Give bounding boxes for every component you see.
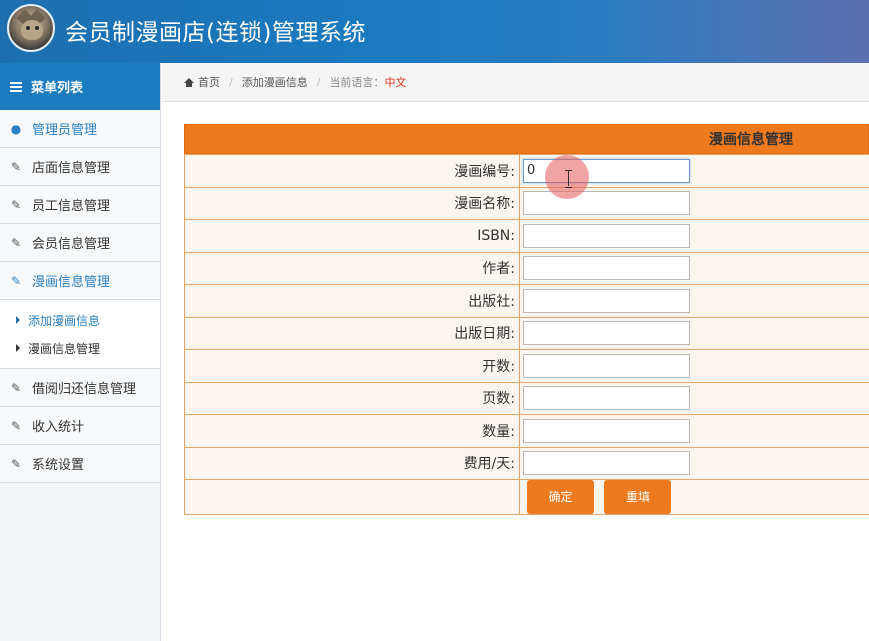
sidebar-item-label: 漫画信息管理 [32, 275, 111, 290]
caret-right-icon [16, 316, 20, 324]
sidebar-item-borrow[interactable]: ✎ 借阅归还信息管理 [0, 369, 160, 407]
edit-icon: ✎ [10, 273, 22, 288]
home-icon [184, 77, 194, 87]
quantity-input[interactable] [523, 418, 690, 443]
sidebar-item-settings[interactable]: ✎ 系统设置 [0, 445, 160, 483]
field-label: 漫画编号: [184, 154, 520, 188]
sidebar-submenu: 添加漫画信息 漫画信息管理 [0, 300, 160, 369]
sidebar-item-label: 店面信息管理 [32, 161, 111, 176]
field-label: 开数: [184, 349, 520, 383]
sidebar-item-income[interactable]: ✎ 收入统计 [0, 407, 160, 445]
breadcrumb-home[interactable]: 首页 [198, 74, 220, 90]
form-row: 费用/天: [184, 446, 869, 480]
field-label: ISBN: [184, 219, 520, 253]
form-row: ISBN: [184, 219, 869, 253]
form-row: 数量: [184, 414, 869, 448]
form-table: 漫画编号: 0 漫画名称: ISBN: 作者: 出版社: 出版日期: 开数: 页 [184, 154, 869, 515]
sidebar-subitem-label: 添加漫画信息 [28, 313, 101, 328]
sidebar-item-label: 员工信息管理 [32, 199, 111, 214]
language-value[interactable]: 中文 [384, 74, 406, 90]
form-row: 作者: [184, 251, 869, 285]
isbn-input[interactable] [523, 223, 690, 248]
submit-button[interactable]: 确定 [527, 480, 594, 514]
form-row: 页数: [184, 381, 869, 415]
field-label: 出版社: [184, 284, 520, 318]
form-button-row: 确定 重填 [184, 479, 869, 515]
edit-icon: ✎ [10, 380, 22, 395]
format-input[interactable] [523, 353, 690, 378]
text-cursor-icon [564, 170, 573, 188]
menu-title: 菜单列表 [31, 81, 84, 96]
form-row: 出版社: [184, 284, 869, 318]
app-title: 会员制漫画店(连锁)管理系统 [65, 20, 366, 46]
comic-name-input[interactable] [523, 191, 690, 216]
user-icon: ● [10, 121, 22, 136]
form-row: 开数: [184, 349, 869, 383]
field-label: 漫画名称: [184, 186, 520, 220]
sidebar-item-staff[interactable]: ✎ 员工信息管理 [0, 186, 160, 224]
language-label: 当前语言： [329, 76, 385, 89]
sidebar-item-admin[interactable]: ● 管理员管理 [0, 110, 160, 148]
breadcrumb-current: 添加漫画信息 [241, 76, 308, 89]
edit-icon: ✎ [10, 197, 22, 212]
app-header: 会员制漫画店(连锁)管理系统 [0, 0, 869, 63]
sidebar-subitem-add-comic[interactable]: 添加漫画信息 [0, 306, 160, 334]
sidebar-item-members[interactable]: ✎ 会员信息管理 [0, 224, 160, 262]
field-label: 页数: [184, 381, 520, 415]
form-title: 漫画信息管理 [184, 124, 869, 154]
field-label: 数量: [184, 414, 520, 448]
cat-avatar [7, 4, 55, 52]
sidebar-subitem-comic-manage[interactable]: 漫画信息管理 [0, 334, 160, 362]
breadcrumb-separator: / [229, 75, 233, 89]
author-input[interactable] [523, 256, 690, 281]
edit-icon: ✎ [10, 418, 22, 433]
sidebar-item-store[interactable]: ✎ 店面信息管理 [0, 148, 160, 186]
menu-header: 菜单列表 [0, 63, 160, 110]
publisher-input[interactable] [523, 288, 690, 313]
reset-button[interactable]: 重填 [604, 480, 672, 514]
breadcrumb: 首页 / 添加漫画信息 / 当前语言： 中文 [162, 63, 869, 102]
breadcrumb-separator: / [316, 75, 321, 89]
list-icon [10, 81, 22, 92]
edit-icon: ✎ [10, 159, 22, 174]
pages-input[interactable] [523, 386, 690, 411]
sidebar-item-label: 借阅归还信息管理 [32, 382, 137, 397]
field-label: 费用/天: [184, 446, 520, 480]
sidebar-item-label: 管理员管理 [32, 123, 98, 138]
form-row: 漫画名称: [184, 186, 869, 220]
field-label: 出版日期: [184, 316, 520, 350]
form-row: 漫画编号: 0 [184, 154, 869, 188]
edit-icon: ✎ [10, 235, 22, 250]
form-row: 出版日期: [184, 316, 869, 350]
sidebar-item-comics[interactable]: ✎ 漫画信息管理 [0, 262, 160, 300]
fee-per-day-input[interactable] [523, 451, 690, 476]
caret-right-icon [16, 344, 20, 352]
comic-form: 漫画信息管理 漫画编号: 0 漫画名称: ISBN: 作者: 出版社: 出版日期… [184, 124, 869, 515]
sidebar-item-label: 系统设置 [32, 458, 85, 473]
sidebar-item-label: 收入统计 [32, 420, 85, 435]
sidebar: 菜单列表 ● 管理员管理 ✎ 店面信息管理 ✎ 员工信息管理 ✎ 会员信息管理 … [0, 63, 161, 641]
sidebar-item-label: 会员信息管理 [32, 237, 111, 252]
edit-icon: ✎ [10, 456, 22, 471]
field-label: 作者: [184, 251, 520, 285]
publish-date-input[interactable] [523, 321, 690, 346]
sidebar-subitem-label: 漫画信息管理 [28, 341, 101, 356]
